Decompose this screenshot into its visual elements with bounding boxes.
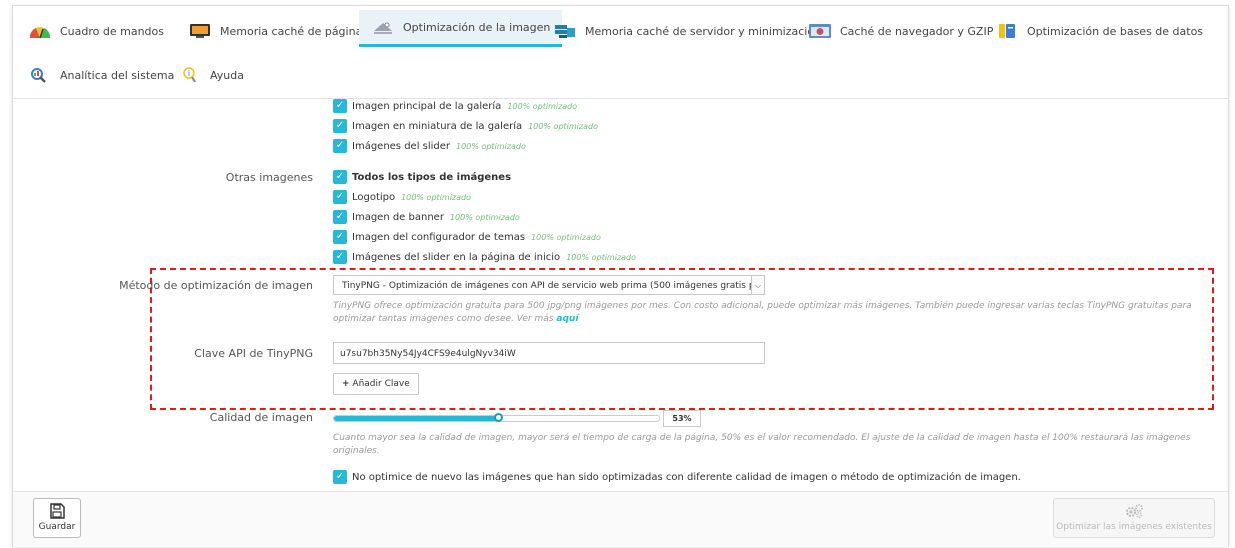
checkbox-theme-configurator[interactable]: ✓ Imagen del configurador de temas 100% … — [333, 230, 601, 244]
check-icon: ✓ — [333, 139, 347, 153]
optimize-existing-button[interactable]: Optimizar las imágenes existentes — [1053, 498, 1215, 538]
other-images-label: Otras imagenes — [225, 171, 313, 184]
tab-page-cache[interactable]: Memoria caché de páginas — [188, 18, 368, 44]
method-label: Método de optimización de imagen — [119, 279, 313, 292]
tab-server-cache[interactable]: Memoria caché de servidor y minimización — [553, 18, 821, 44]
plus-icon: + — [342, 379, 350, 389]
gauge-icon — [28, 23, 52, 39]
checkbox-all-image-types[interactable]: ✓ Todos los tipos de imágenes — [333, 170, 511, 184]
api-key-label: Clave API de TinyPNG — [194, 347, 313, 360]
check-icon: ✓ — [333, 99, 347, 113]
quality-help: Cuanto mayor sea la calidad de imagen, m… — [333, 433, 1191, 456]
tab-browser-cache[interactable]: Caché de navegador y GZIP — [808, 18, 993, 44]
tab-analytics[interactable]: Analítica del sistema — [28, 62, 174, 88]
api-key-input[interactable]: u7su7bh35Ny54Jy4CFS9e4ulgNyv34iW — [333, 342, 765, 364]
content-area: ✓ Imagen principal de la galería 100% op… — [13, 99, 1228, 489]
checkbox-no-reoptimize[interactable]: ✓ No optimice de nuevo las imágenes que … — [333, 470, 1021, 484]
checkbox-gallery-slider[interactable]: ✓ Imágenes del slider 100% optimizado — [333, 139, 526, 153]
quality-label: Calidad de imagen — [209, 411, 313, 424]
help-link[interactable]: aquí — [556, 314, 578, 324]
method-select[interactable]: TinyPNG - Optimización de imágenes con A… — [333, 275, 765, 295]
optimized-badge: 100% optimizado — [507, 101, 578, 111]
quality-value: 53% — [663, 410, 701, 427]
tab-image-optimization[interactable]: Optimización de la imagen — [359, 10, 563, 47]
save-button[interactable]: Guardar — [33, 498, 81, 538]
checkbox-banner[interactable]: ✓ Imagen de banner 100% optimizado — [333, 210, 520, 224]
help-icon: i — [178, 67, 202, 83]
add-key-button[interactable]: + Añadir Clave — [333, 373, 419, 395]
browser-icon — [808, 23, 832, 39]
settings-panel: Cuadro de mandos Memoria caché de página… — [12, 5, 1229, 547]
server-icon — [553, 23, 577, 39]
optimized-badge: 100% optimizado — [456, 141, 526, 151]
quality-slider[interactable] — [333, 413, 660, 422]
chevron-down-icon[interactable]: ⌵ — [751, 275, 765, 295]
analytics-icon — [28, 67, 52, 83]
optimized-badge: 100% optimizado — [531, 232, 601, 242]
tab-dashboard[interactable]: Cuadro de mandos — [28, 18, 164, 44]
check-icon: ✓ — [333, 210, 347, 224]
checkbox-home-slider[interactable]: ✓ Imágenes del slider en la página de in… — [333, 250, 636, 264]
svg-text:i: i — [188, 69, 190, 78]
image-optimize-icon — [371, 19, 395, 35]
check-icon: ✓ — [333, 170, 347, 184]
check-icon: ✓ — [333, 250, 347, 264]
tab-database[interactable]: Optimización de bases de datos — [995, 18, 1203, 44]
optimized-badge: 100% optimizado — [449, 212, 520, 222]
footer-bar: Guardar Optimizar las imágenes existente… — [13, 491, 1228, 547]
check-icon: ✓ — [333, 470, 347, 484]
check-icon: ✓ — [333, 230, 347, 244]
gears-icon — [1054, 503, 1214, 522]
checkbox-gallery-thumb[interactable]: ✓ Imagen en miniatura de la galería 100%… — [333, 119, 598, 133]
quality-slider-fill — [334, 416, 498, 421]
checkbox-gallery-main[interactable]: ✓ Imagen principal de la galería 100% op… — [333, 99, 577, 113]
tab-help[interactable]: i Ayuda — [178, 62, 244, 88]
optimized-badge: 100% optimizado — [528, 121, 598, 131]
checkbox-logo[interactable]: ✓ Logotipo 100% optimizado — [333, 190, 471, 204]
database-icon — [995, 23, 1019, 39]
optimized-badge: 100% optimizado — [566, 252, 637, 262]
check-icon: ✓ — [333, 119, 347, 133]
optimized-badge: 100% optimizado — [401, 192, 471, 202]
tab-bar: Cuadro de mandos Memoria caché de página… — [13, 6, 1228, 99]
check-icon: ✓ — [333, 190, 347, 204]
save-icon — [34, 503, 80, 522]
monitor-icon — [188, 23, 212, 39]
quality-slider-handle[interactable] — [494, 413, 503, 422]
method-help: TinyPNG ofrece optimización gratuita par… — [333, 301, 1192, 324]
